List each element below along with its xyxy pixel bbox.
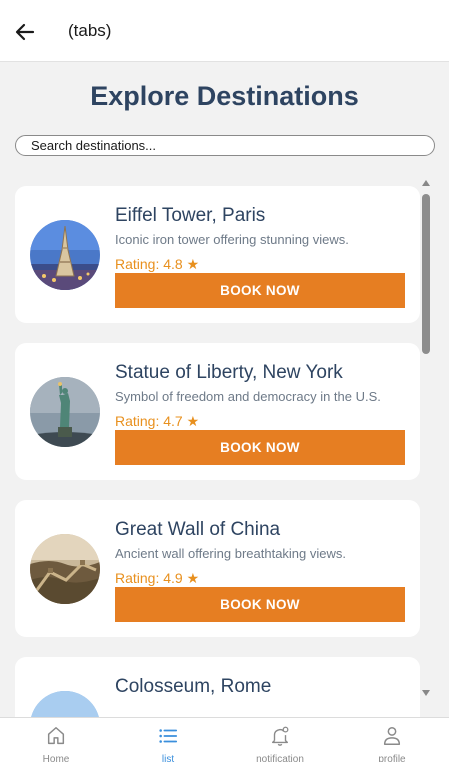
destination-name: Great Wall of China xyxy=(115,519,281,540)
bell-icon xyxy=(271,726,289,746)
list-icon xyxy=(159,729,178,743)
arrow-left-icon xyxy=(15,23,35,41)
destination-list[interactable]: Eiffel Tower, Paris Iconic iron tower of… xyxy=(0,176,449,717)
book-now-button[interactable]: BOOK NOW xyxy=(115,587,405,622)
page-title: Explore Destinations xyxy=(90,81,359,111)
header-title: (tabs) xyxy=(68,21,112,40)
back-button[interactable] xyxy=(12,19,38,45)
destination-name: Colosseum, Rome xyxy=(115,676,272,697)
destination-image xyxy=(30,691,100,717)
destination-image xyxy=(30,377,100,447)
tab-home[interactable]: Home xyxy=(0,718,112,762)
destination-description: Iconic iron tower offering stunning view… xyxy=(115,232,349,247)
tab-label: notification xyxy=(256,754,304,762)
destination-card: Colosseum, Rome xyxy=(15,657,420,717)
book-now-button[interactable]: BOOK NOW xyxy=(115,273,405,308)
home-icon xyxy=(47,727,65,745)
destination-description: Ancient wall offering breathtaking views… xyxy=(115,546,346,561)
destination-image xyxy=(30,220,100,290)
destination-card: Great Wall of China Ancient wall offerin… xyxy=(15,500,420,637)
user-icon xyxy=(383,727,401,745)
tab-list[interactable]: list xyxy=(112,718,224,762)
tab-profile[interactable]: profile xyxy=(336,718,448,762)
list-scrollbar[interactable] xyxy=(420,176,432,700)
destination-rating: Rating: 4.8 ★ xyxy=(115,256,200,272)
search-input[interactable] xyxy=(15,135,435,156)
bottom-tab-bar: Home list notification profile xyxy=(0,717,449,762)
scroll-thumb[interactable] xyxy=(422,194,430,354)
destination-description: Symbol of freedom and democracy in the U… xyxy=(115,389,381,404)
tab-label: profile xyxy=(378,754,406,762)
destination-rating: Rating: 4.7 ★ xyxy=(115,413,200,429)
tab-label: Home xyxy=(42,754,70,762)
destination-name: Statue of Liberty, New York xyxy=(115,362,343,383)
book-now-button[interactable]: BOOK NOW xyxy=(115,430,405,465)
tab-notification[interactable]: notification xyxy=(224,718,336,762)
scroll-down-arrow[interactable] xyxy=(422,690,430,696)
tab-label: list xyxy=(161,754,175,762)
scroll-up-arrow[interactable] xyxy=(422,180,430,186)
destination-card: Statue of Liberty, New York Symbol of fr… xyxy=(15,343,420,480)
destination-rating: Rating: 4.9 ★ xyxy=(115,570,200,586)
destination-card: Eiffel Tower, Paris Iconic iron tower of… xyxy=(15,186,420,323)
destination-name: Eiffel Tower, Paris xyxy=(115,205,266,226)
app-header: (tabs) xyxy=(0,0,449,62)
destination-image xyxy=(30,534,100,604)
